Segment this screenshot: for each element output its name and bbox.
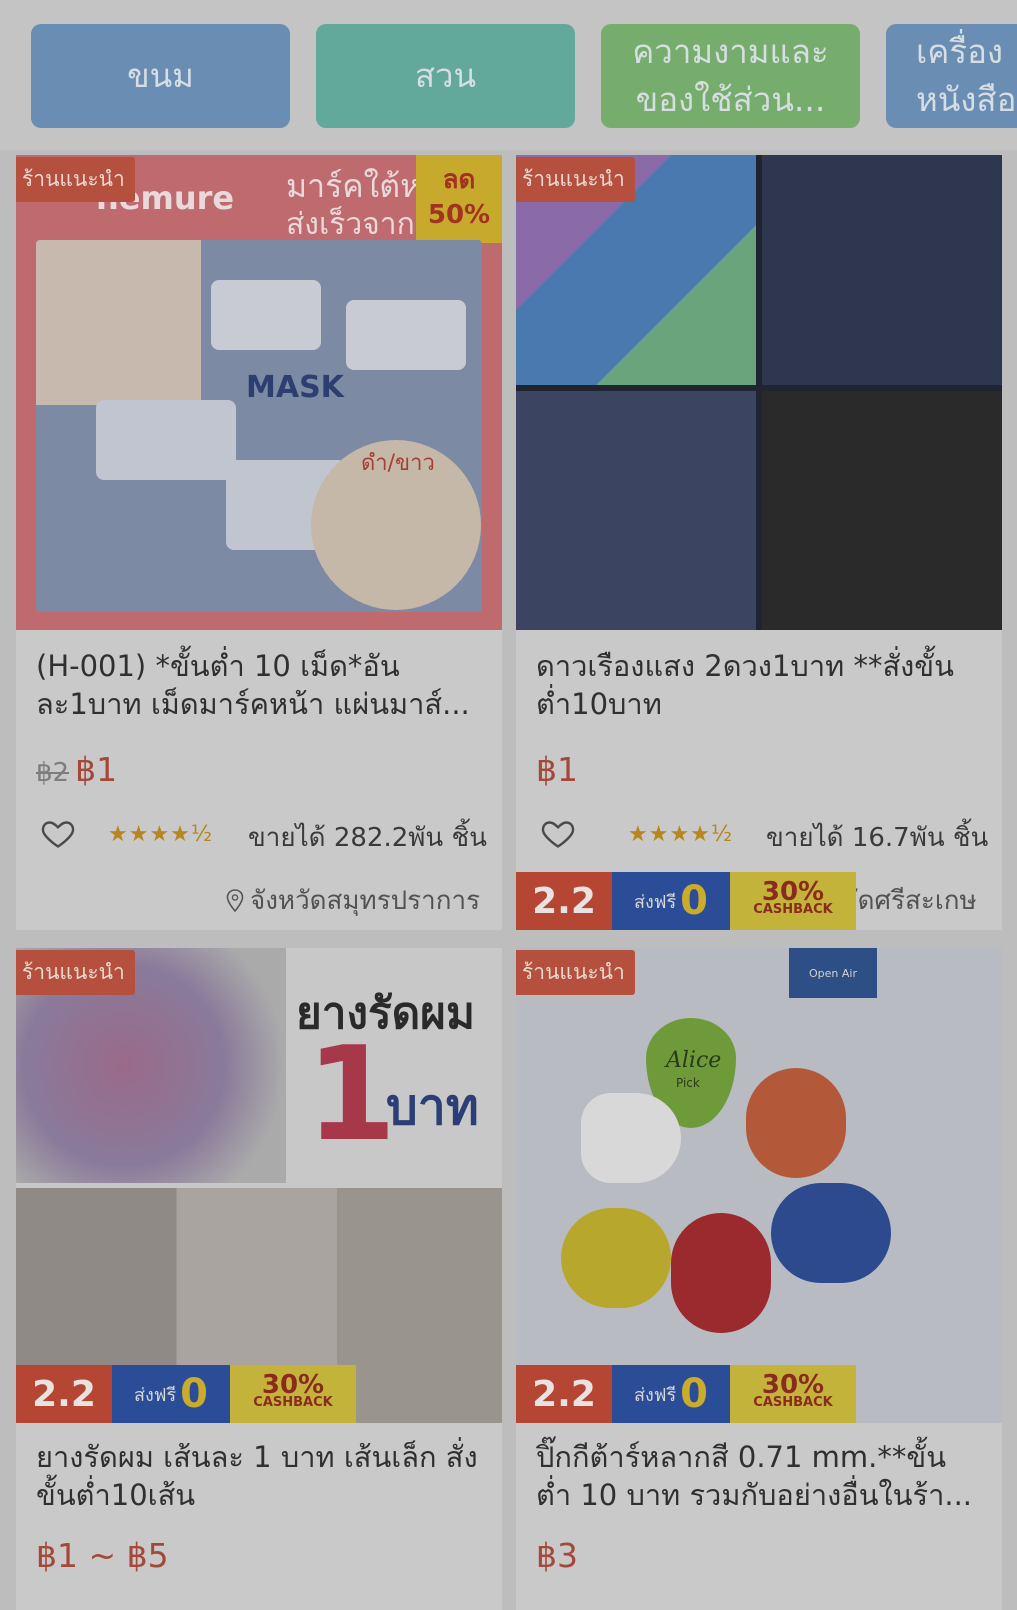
- price-row: ฿1: [536, 750, 578, 789]
- mask-pack: [211, 280, 321, 350]
- mask-collage: MASK ดำ/ขาว: [36, 240, 482, 612]
- free-ship-label: ส่งฟรี: [633, 891, 677, 913]
- product-title: ดาวเรืองแสง 2ดวง1บาท **สั่งขั้นต่ำ10บาท: [536, 649, 954, 721]
- free-ship-zero: 0: [180, 1371, 209, 1417]
- free-ship-zero: 0: [680, 878, 709, 924]
- pick-orange: [746, 1068, 846, 1178]
- woman-photo: [36, 240, 201, 405]
- price-row: ฿3: [536, 1536, 578, 1575]
- category-label: ขนม: [127, 56, 194, 95]
- category-label-line2: ของใช้ส่วน...: [635, 80, 826, 119]
- rating-stars: ★★★★½: [628, 822, 734, 847]
- star-room: [762, 155, 1002, 385]
- free-shipping: ส่งฟรี 0: [112, 1365, 230, 1423]
- product-card[interactable]: Open Air Alice Pick 2.2 ส่งฟรี 0 30% CASHB…: [516, 948, 1002, 1610]
- product-card[interactable]: ยางรัดผม 1 บาท 2.2 ส่งฟรี 0 30% CASHBACK ร…: [16, 948, 502, 1610]
- category-garden[interactable]: สวน: [316, 24, 575, 128]
- star-ceiling: [516, 391, 756, 630]
- recommended-shop-badge: ร้านแนะนำ: [16, 157, 135, 202]
- discount-value: 50%: [427, 200, 491, 230]
- unit: บาท: [386, 1078, 479, 1136]
- cashback-label: CASHBACK: [753, 1395, 833, 1410]
- product-title: (H-001) *ขั้นต่ำ 10 เม็ด*อันละ1บาท เม็ดม…: [36, 649, 470, 721]
- promo-date: 2.2: [16, 1365, 112, 1423]
- category-label-line1: ความงามและ: [632, 32, 829, 71]
- category-books[interactable]: เครื่องหนังสือ: [886, 24, 1017, 128]
- mask-pack: [346, 300, 466, 370]
- sale-price: ฿1: [75, 750, 118, 789]
- product-card[interactable]: 2.2 ส่งฟรี 0 30% CASHBACK ร้านแนะนำ ดาวเรื…: [516, 155, 1002, 930]
- location: จังหวัดสมุทรปราการ: [226, 880, 480, 921]
- sale-price: ฿3: [536, 1536, 578, 1575]
- free-shipping: ส่งฟรี 0: [612, 1365, 730, 1423]
- discount-tag: ลด 50%: [416, 155, 502, 243]
- recommended-shop-badge: ร้านแนะนำ: [16, 950, 135, 995]
- category-bar: ขนม สวน ความงามและของใช้ส่วน... เครื่องห…: [0, 0, 1017, 150]
- cashback: 30% CASHBACK: [230, 1365, 356, 1423]
- pick-blue: [771, 1183, 891, 1283]
- promo-date: 2.2: [516, 1365, 612, 1423]
- sold-count: ขายได้ 16.7พัน ชิ้น: [766, 823, 989, 853]
- discount-label: ลด: [442, 165, 476, 195]
- promo-strip: 2.2 ส่งฟรี 0 30% CASHBACK: [16, 1365, 356, 1423]
- brand-on-pick: Alice: [666, 1048, 722, 1073]
- product-image-guitar-picks: Open Air Alice Pick: [516, 948, 1002, 1423]
- color-note: ดำ/ขาว: [361, 451, 435, 476]
- heart-icon[interactable]: [40, 815, 76, 851]
- free-ship-label: ส่งฟรี: [633, 1384, 677, 1406]
- promo-strip: 2.2 ส่งฟรี 0 30% CASHBACK: [516, 872, 856, 930]
- category-snacks[interactable]: ขนม: [31, 24, 290, 128]
- category-label: สวน: [414, 56, 477, 95]
- heart-icon[interactable]: [540, 815, 576, 851]
- free-ship-label: ส่งฟรี: [133, 1384, 177, 1406]
- product-image-hair-ties: ยางรัดผม 1 บาท: [16, 948, 502, 1423]
- pick-white: [581, 1093, 681, 1183]
- pick-red: [671, 1213, 771, 1333]
- pick-yellow: [561, 1208, 671, 1308]
- tag-label: Open Air: [809, 966, 857, 980]
- original-price: ฿2: [36, 758, 70, 788]
- pick-label: Pick: [676, 1076, 700, 1090]
- product-image-face-mask: nemure มาร์คใต้ห ส่งเร็วจาก ลด 50% MASK …: [16, 155, 502, 630]
- recommended-shop-badge: ร้านแนะนำ: [516, 157, 635, 202]
- product-title: ยางรัดผม เส้นละ 1 บาท เส้นเล็ก สั่งขั้นต…: [36, 1440, 478, 1512]
- category-beauty[interactable]: ความงามและของใช้ส่วน...: [601, 24, 860, 128]
- category-label-line1: เครื่อง: [916, 32, 1004, 71]
- big-number: 1: [306, 1018, 397, 1170]
- open-air-tag: Open Air: [789, 948, 877, 998]
- sale-price: ฿1 ~ ฿5: [36, 1536, 169, 1575]
- cashback: 30% CASHBACK: [730, 872, 856, 930]
- sold-count: ขายได้ 282.2พัน ชิ้น: [248, 823, 487, 853]
- cashback-label: CASHBACK: [753, 902, 833, 917]
- promo-strip: 2.2 ส่งฟรี 0 30% CASHBACK: [516, 1365, 856, 1423]
- mask-pack: [96, 400, 236, 480]
- category-label-line2: หนังสือ: [916, 80, 1017, 119]
- location-label: จังหวัดสมุทรปราการ: [250, 886, 481, 916]
- promo-date: 2.2: [516, 872, 612, 930]
- location-pin-icon: [226, 889, 244, 913]
- sale-price: ฿1: [536, 750, 578, 789]
- free-shipping: ส่งฟรี 0: [612, 872, 730, 930]
- cashback: 30% CASHBACK: [730, 1365, 856, 1423]
- rating-stars: ★★★★½: [108, 822, 214, 847]
- product-image-glow-stars: [516, 155, 1002, 630]
- free-ship-zero: 0: [680, 1371, 709, 1417]
- cashback-label: CASHBACK: [253, 1395, 333, 1410]
- price-row: ฿2 ฿1: [36, 750, 117, 789]
- product-title: ปิ๊กกีต้าร์หลากสี 0.71 mm.**ขั้นต่ำ 10 บ…: [536, 1440, 973, 1512]
- product-card[interactable]: nemure มาร์คใต้ห ส่งเร็วจาก ลด 50% MASK …: [16, 155, 502, 930]
- mask-label: MASK: [246, 370, 344, 405]
- star-pack: [762, 391, 1002, 630]
- recommended-shop-badge: ร้านแนะนำ: [516, 950, 635, 995]
- price-row: ฿1 ~ ฿5: [36, 1536, 169, 1575]
